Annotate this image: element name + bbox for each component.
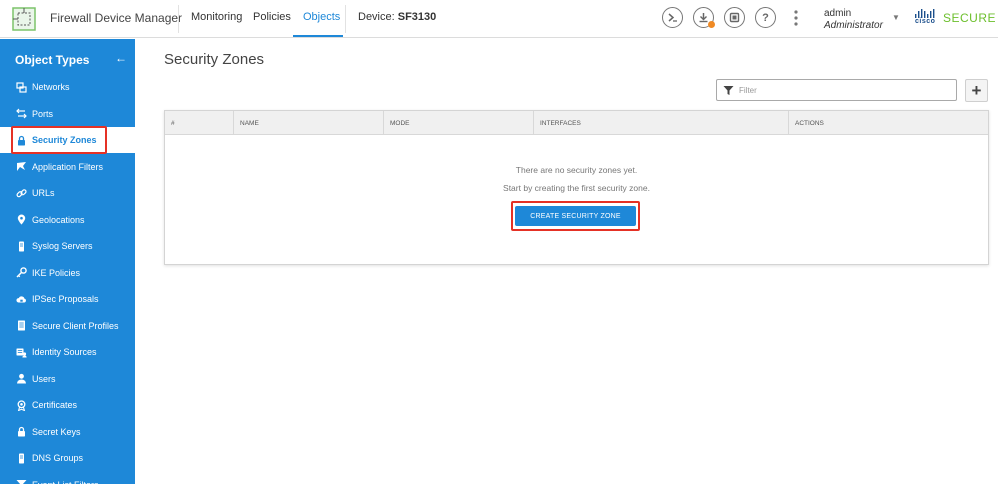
sidebar-item-identity-sources[interactable]: Identity Sources	[0, 339, 135, 365]
sidebar-item-label: IPSec Proposals	[32, 294, 99, 304]
chevron-down-icon[interactable]: ▼	[892, 13, 900, 22]
add-security-zone-button[interactable]: +	[965, 79, 988, 102]
sidebar-item-ipsec-proposals[interactable]: IPSec Proposals	[0, 286, 135, 312]
certificate-icon	[16, 399, 27, 411]
user-name[interactable]: admin	[824, 8, 851, 19]
empty-state-message: There are no security zones yet.	[515, 165, 638, 175]
location-pin-icon	[16, 214, 27, 225]
security-zones-table: # NAME MODE INTERFACES ACTIONS There are…	[164, 110, 989, 265]
secure-wordmark: SECURE	[943, 11, 997, 25]
sidebar-item-geolocations[interactable]: Geolocations	[0, 207, 135, 233]
sidebar-item-label: DNS Groups	[32, 453, 84, 463]
sidebar-item-label: Ports	[32, 108, 54, 119]
dns-icon	[16, 453, 27, 464]
top-bar: Firewall Device Manager Monitoring Polic…	[0, 0, 998, 38]
sidebar-item-label: Syslog Servers	[32, 241, 93, 251]
column-header-number[interactable]: #	[165, 111, 234, 135]
nav-divider	[345, 5, 346, 33]
notification-dot	[708, 21, 715, 28]
sidebar: Object Types ← Networks Ports Security Zon…	[0, 39, 135, 490]
more-options-icon[interactable]	[794, 10, 798, 26]
column-header-name[interactable]: NAME	[234, 111, 384, 135]
empty-state-hint: Start by creating the first security zon…	[503, 183, 650, 193]
help-icon[interactable]: ?	[755, 7, 776, 28]
nav-policies[interactable]: Policies	[253, 11, 291, 23]
ports-icon	[16, 108, 27, 119]
sidebar-item-event-list-filters[interactable]: Event List Filters	[0, 472, 135, 498]
collapse-sidebar-icon[interactable]: ←	[115, 51, 127, 65]
filter-icon	[16, 479, 27, 490]
nav-active-indicator	[293, 35, 343, 37]
sidebar-item-label: Secret Keys	[32, 426, 81, 437]
cisco-logo-icon	[915, 9, 935, 18]
sidebar-item-syslog-servers[interactable]: Syslog Servers	[0, 233, 135, 259]
sidebar-item-label: Geolocations	[32, 214, 85, 225]
sidebar-item-label: Users	[32, 373, 56, 384]
sidebar-item-networks[interactable]: Networks	[0, 74, 135, 100]
application-filter-icon	[16, 161, 27, 172]
sidebar-item-users[interactable]: Users	[0, 366, 135, 392]
key-icon	[16, 267, 27, 278]
user-icon	[16, 373, 27, 384]
table-header: # NAME MODE INTERFACES ACTIONS	[165, 111, 988, 135]
sidebar-item-label: Event List Filters	[32, 479, 99, 490]
device-name: SF3130	[397, 11, 437, 23]
sidebar-item-label: URLs	[32, 188, 55, 198]
sidebar-item-secure-client-profiles[interactable]: Secure Client Profiles	[0, 313, 135, 339]
nav-divider	[178, 5, 179, 33]
page-title: Security Zones	[164, 51, 265, 68]
sidebar-item-label: Networks	[32, 82, 70, 92]
sidebar-item-label: Application Filters	[32, 161, 104, 172]
sidebar-item-secret-keys[interactable]: Secret Keys	[0, 419, 135, 445]
device-label: Device:	[358, 11, 395, 23]
nav-objects[interactable]: Objects	[303, 11, 340, 23]
lock-icon	[16, 426, 27, 437]
nav-monitoring[interactable]: Monitoring	[191, 11, 242, 23]
server-icon	[16, 241, 27, 252]
filter-field[interactable]	[716, 79, 957, 101]
deployment-icon[interactable]	[693, 7, 715, 28]
column-header-actions: ACTIONS	[795, 119, 824, 127]
terminal-icon[interactable]	[662, 7, 683, 28]
sidebar-item-label: Certificates	[32, 400, 78, 410]
app-title: Firewall Device Manager	[50, 11, 183, 25]
sidebar-item-label: Secure Client Profiles	[32, 320, 119, 331]
networks-icon	[16, 81, 27, 93]
security-zones-highlight	[11, 126, 107, 154]
sidebar-item-ike-policies[interactable]: IKE Policies	[0, 260, 135, 286]
column-header-mode[interactable]: MODE	[384, 111, 534, 135]
cisco-wordmark: cisco	[915, 18, 936, 25]
cloud-lock-icon	[16, 294, 27, 305]
link-icon	[16, 188, 27, 199]
sidebar-item-label: Identity Sources	[32, 347, 97, 357]
identity-icon	[16, 347, 27, 358]
task-list-icon[interactable]	[724, 7, 745, 28]
sidebar-title: Object Types	[15, 53, 90, 67]
sidebar-item-label: IKE Policies	[32, 267, 81, 278]
sidebar-item-urls[interactable]: URLs	[0, 180, 135, 206]
device-info: Device: SF3130	[358, 11, 436, 23]
filter-input[interactable]	[739, 81, 953, 99]
sidebar-item-application-filters[interactable]: Application Filters	[0, 154, 135, 180]
sidebar-item-certificates[interactable]: Certificates	[0, 392, 135, 418]
create-security-zone-button[interactable]: CREATE SECURITY ZONE	[515, 206, 636, 226]
sidebar-item-ports[interactable]: Ports	[0, 101, 135, 127]
sidebar-item-dns-groups[interactable]: DNS Groups	[0, 445, 135, 471]
filter-icon	[723, 86, 734, 95]
document-icon	[16, 320, 27, 331]
user-role: Administrator	[824, 20, 883, 31]
column-header-interfaces[interactable]: INTERFACES	[534, 111, 789, 135]
fdm-logo-icon[interactable]	[12, 7, 36, 31]
